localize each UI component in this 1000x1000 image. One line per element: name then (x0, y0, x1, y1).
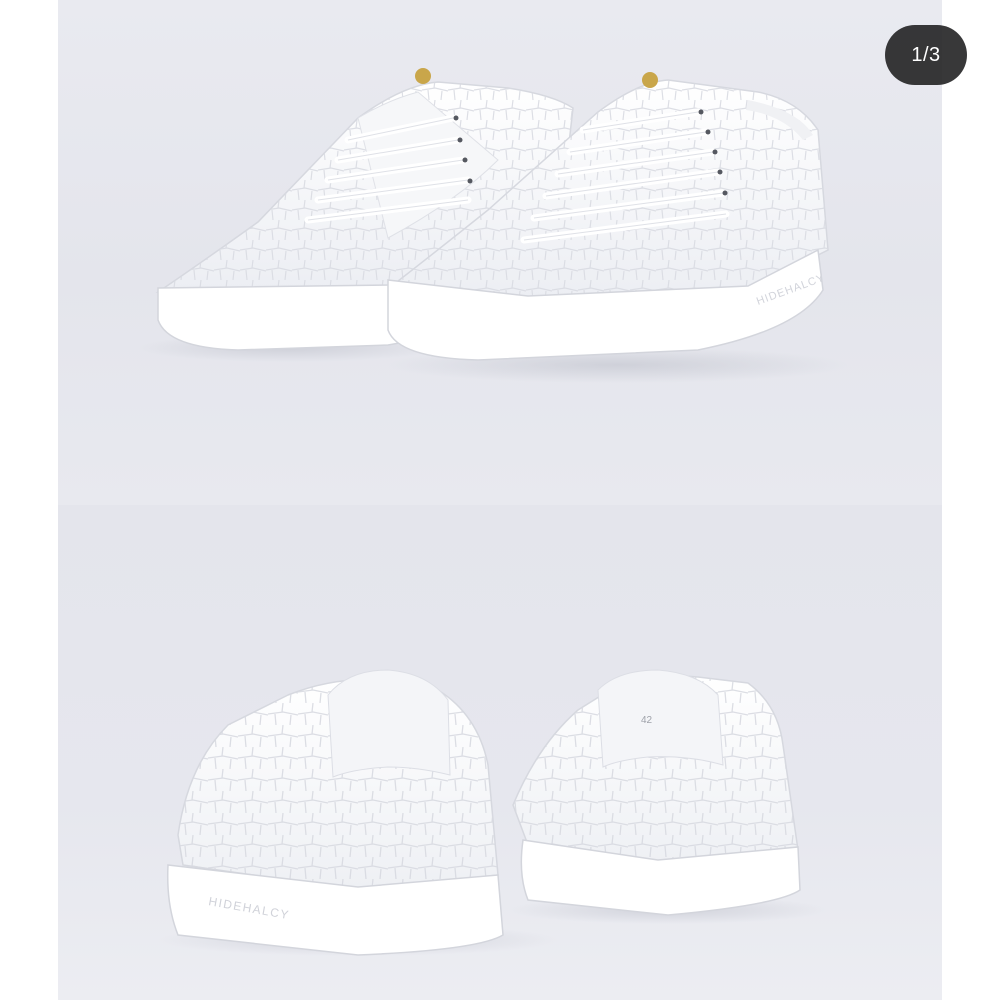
right-sneaker-back: 42 (512, 669, 801, 916)
size-label: 42 (641, 715, 653, 726)
gold-logo-left (415, 68, 431, 84)
sneaker-pair-back-illustration: 42 HIDEHALCY (158, 669, 828, 956)
left-sneaker-back: HIDEHALCY (166, 669, 504, 956)
gold-logo-right (642, 72, 658, 88)
image-viewer: HIDEHALCY 42 HIDEHALCY 1/3 (0, 0, 1000, 1000)
product-photo-back[interactable]: 42 HIDEHALCY (58, 505, 942, 1000)
image-counter-badge: 1/3 (885, 25, 967, 85)
sneaker-pair-front-illustration: HIDEHALCY (138, 68, 848, 383)
product-photo-front[interactable]: HIDEHALCY (58, 0, 942, 505)
